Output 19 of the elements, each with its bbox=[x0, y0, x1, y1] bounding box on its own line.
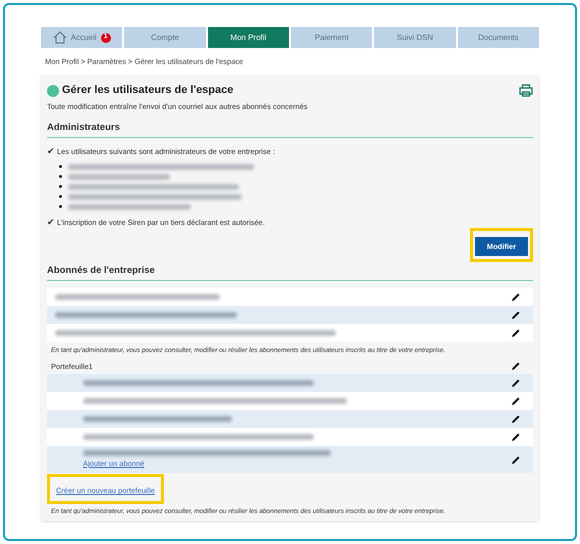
section-heading: Administrateurs bbox=[47, 121, 533, 138]
bullet bbox=[59, 175, 62, 178]
bullet bbox=[59, 195, 62, 198]
bullet bbox=[59, 205, 62, 208]
nav-tab[interactable]: Documents bbox=[458, 27, 539, 48]
pencil-icon[interactable] bbox=[511, 361, 521, 372]
nav-tab[interactable]: Mon Profil bbox=[208, 27, 289, 48]
check-icon: ✔ bbox=[47, 218, 55, 227]
pencil-icon[interactable] bbox=[511, 454, 521, 465]
page-title: Gérer les utilisateurs de l'espace bbox=[62, 83, 234, 98]
nav-tab[interactable]: Compte bbox=[124, 27, 206, 48]
nav-tab[interactable]: Suivi DSN bbox=[374, 27, 456, 48]
print-icon[interactable] bbox=[519, 84, 533, 97]
bullet bbox=[59, 165, 62, 168]
nav-tab[interactable]: Paiement bbox=[290, 27, 372, 48]
home-icon bbox=[52, 31, 67, 44]
check-icon: ✔ bbox=[47, 147, 55, 156]
section-heading: Abonnés de l'entreprise bbox=[47, 264, 533, 281]
bullet bbox=[59, 185, 62, 188]
